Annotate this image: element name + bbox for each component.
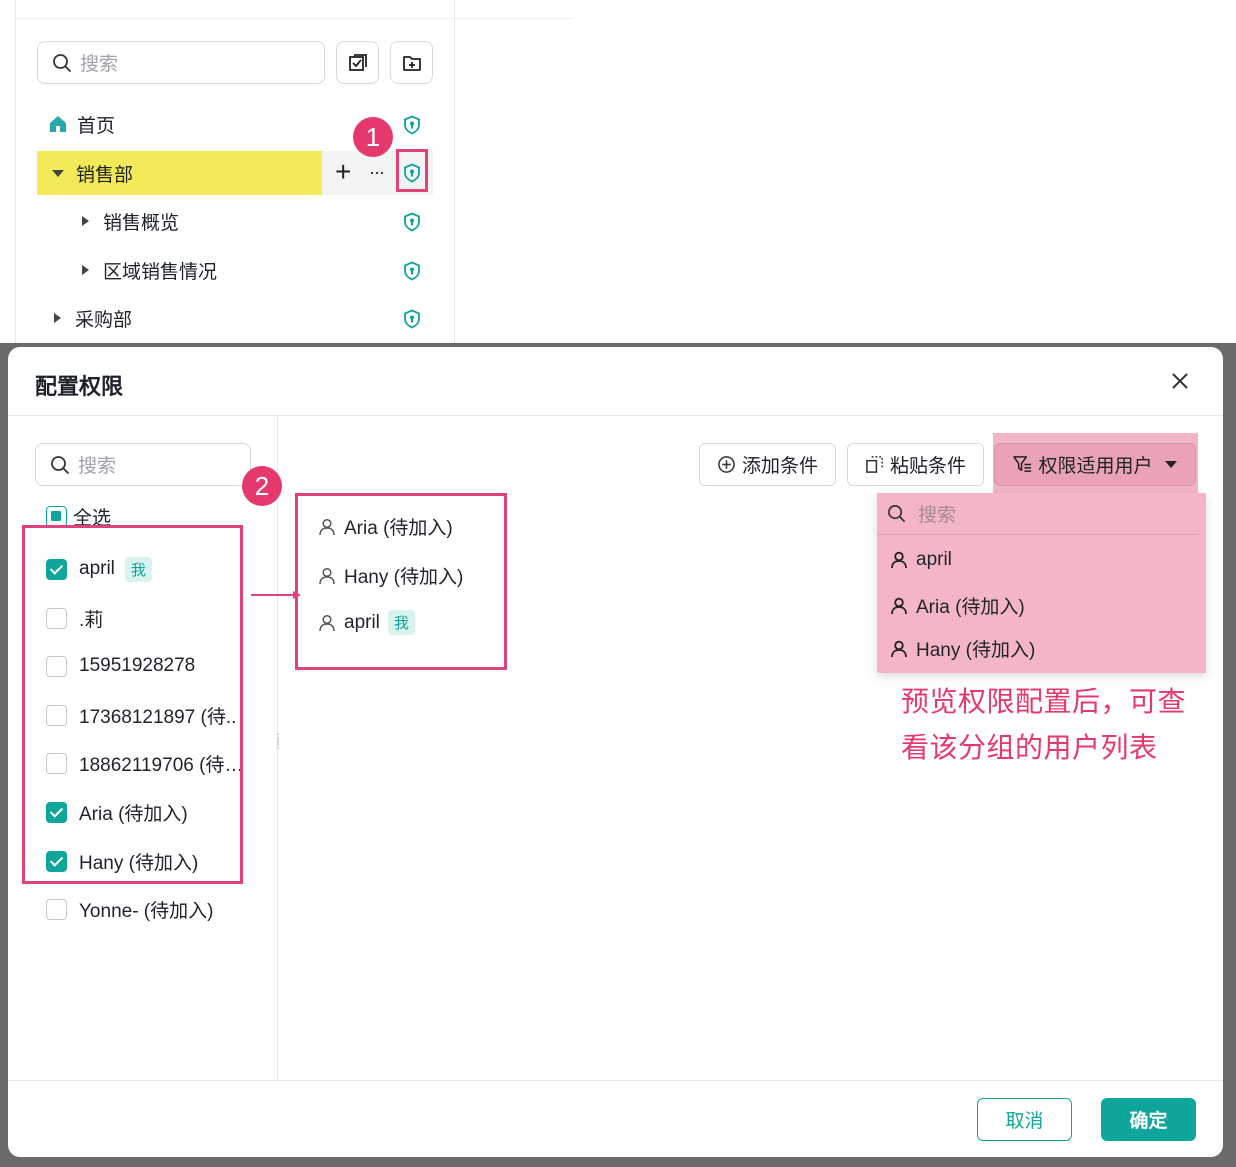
panel-top-line — [16, 18, 573, 19]
annotation-step-1: 1 — [353, 117, 393, 157]
annotation-box — [22, 525, 243, 884]
tree-item-regional-sales[interactable]: 区域销售情况 — [37, 248, 433, 292]
batch-edit-button[interactable] — [336, 41, 379, 84]
search-placeholder: 搜索 — [918, 505, 957, 526]
user-row[interactable]: Yonne- (待加入) — [46, 894, 213, 924]
me-badge: 我 — [387, 610, 415, 635]
user-name: Aria (待加入) — [916, 597, 1025, 618]
dialog-title: 配置权限 — [35, 374, 124, 399]
checkbox-unchecked[interactable] — [46, 898, 67, 920]
close-icon[interactable] — [1168, 369, 1192, 393]
user-icon — [891, 640, 907, 657]
add-child-button[interactable]: + — [335, 155, 351, 189]
annotation-box — [396, 149, 428, 192]
dialog-header-divider — [8, 415, 1223, 416]
search-icon — [51, 455, 69, 474]
filter-user-icon — [1013, 456, 1032, 472]
paste-condition-label: 粘贴条件 — [889, 456, 966, 477]
panel-border — [15, 0, 16, 343]
tree-item-label: 销售概览 — [103, 212, 180, 234]
caret-right-icon[interactable] — [82, 265, 89, 275]
dropdown-user-item[interactable]: Aria (待加入) — [890, 592, 1025, 619]
paste-condition-button[interactable]: 粘贴条件 — [847, 443, 984, 486]
user-name: april — [344, 611, 380, 633]
add-condition-label: 添加条件 — [741, 456, 818, 477]
tree-search-input[interactable]: 搜索 — [37, 41, 325, 84]
dropdown-user-item[interactable]: Hany (待加入) — [890, 635, 1035, 662]
user-name: Hany (待加入) — [916, 640, 1036, 661]
tree-item-label: 区域销售情况 — [103, 261, 218, 283]
caret-right-icon[interactable] — [82, 216, 89, 226]
resize-handle[interactable]: ⋮ ⋮ — [272, 732, 284, 750]
tree-item-label: 采购部 — [75, 309, 133, 331]
permission-shield-icon[interactable] — [402, 309, 422, 329]
user-icon — [891, 551, 907, 569]
more-actions-button[interactable]: ··· — [369, 160, 385, 184]
permission-shield-icon[interactable] — [402, 212, 422, 232]
dropdown-search-input[interactable]: 搜索 — [877, 493, 1198, 535]
selected-user-item: Hany (待加入) — [318, 562, 463, 589]
directory-panel: 搜索 首页 销售部 + ··· 1 销售概览 区域销售情况 采购部 — [0, 0, 1236, 343]
search-placeholder: 搜索 — [78, 456, 117, 477]
confirm-button[interactable]: 确定 — [1101, 1098, 1196, 1141]
permission-shield-icon[interactable] — [402, 261, 422, 281]
selected-user-item: Aria (待加入) — [318, 513, 453, 540]
plus-circle-icon — [718, 456, 735, 473]
caret-right-icon[interactable] — [54, 313, 61, 323]
annotation-note-line1: 预览权限配置后，可查 — [901, 686, 1187, 717]
applicable-users-button[interactable]: 权限适用用户 — [994, 443, 1196, 486]
search-placeholder: 搜索 — [80, 54, 119, 75]
user-search-input[interactable]: 搜索 — [35, 443, 251, 486]
permission-dialog: 配置权限 ⋮ ⋮ 搜索 全选 april 我 .莉 15951928278 173… — [8, 347, 1223, 1157]
folder-add-icon — [402, 55, 421, 71]
annotation-step-2: 2 — [242, 466, 282, 506]
tree-item-label: 销售部 — [76, 164, 134, 186]
checkbox-edit-icon — [348, 53, 367, 71]
annotation-note-line2: 看该分组的用户列表 — [901, 732, 1158, 763]
paste-icon — [866, 456, 883, 473]
user-icon — [319, 518, 335, 535]
user-name: Aria (待加入) — [344, 518, 453, 539]
permission-shield-icon[interactable] — [402, 115, 422, 135]
user-name: Yonne- (待加入) — [79, 900, 214, 922]
home-icon — [50, 116, 66, 132]
panel-divider — [454, 0, 455, 343]
dialog-footer-divider — [8, 1080, 1223, 1081]
user-name: april — [916, 549, 952, 570]
caret-down-icon — [1164, 461, 1177, 468]
selected-user-item: april 我 — [318, 610, 415, 635]
arrow-right-icon — [251, 591, 301, 599]
checkbox-partial[interactable] — [46, 505, 67, 527]
tree-item-purchasing[interactable]: 采购部 — [37, 296, 433, 340]
search-icon — [888, 505, 905, 522]
user-icon — [891, 597, 907, 614]
add-condition-button[interactable]: 添加条件 — [699, 443, 836, 486]
dropdown-user-item[interactable]: april — [890, 549, 952, 571]
user-name: Hany (待加入) — [344, 567, 464, 588]
cancel-button[interactable]: 取消 — [977, 1098, 1072, 1141]
user-icon — [319, 567, 335, 584]
user-icon — [319, 614, 335, 631]
tree-item-sales-overview[interactable]: 销售概览 — [37, 199, 433, 243]
caret-down-icon[interactable] — [52, 169, 64, 177]
new-folder-button[interactable] — [390, 41, 433, 84]
tree-item-label: 首页 — [77, 115, 116, 137]
applicable-users-label: 权限适用用户 — [1038, 456, 1153, 477]
search-icon — [53, 53, 71, 72]
